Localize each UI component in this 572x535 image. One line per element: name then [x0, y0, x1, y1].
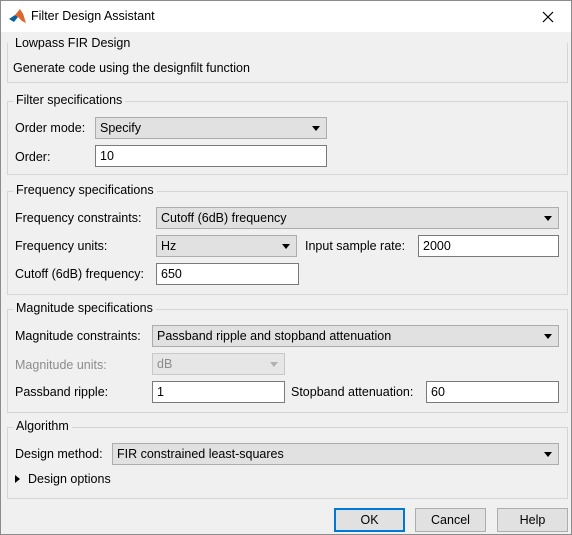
- magnitude-units-value: dB: [157, 357, 173, 371]
- design-method-dropdown[interactable]: FIR constrained least-squares: [112, 443, 559, 465]
- stopband-attenuation-label: Stopband attenuation:: [291, 385, 414, 399]
- frequency-units-label: Frequency units:: [15, 239, 108, 253]
- chevron-down-icon: [544, 334, 552, 339]
- chevron-down-icon: [544, 216, 552, 221]
- window-title: Filter Design Assistant: [31, 9, 155, 23]
- magnitude-constraints-value: Passband ripple and stopband attenuation: [157, 329, 392, 343]
- magnitude-specifications-title: Magnitude specifications: [13, 301, 156, 315]
- ok-button[interactable]: OK: [334, 508, 405, 532]
- order-mode-value: Specify: [100, 121, 141, 135]
- order-mode-label: Order mode:: [15, 121, 86, 135]
- passband-ripple-input[interactable]: 1: [152, 381, 285, 403]
- chevron-down-icon: [282, 244, 290, 249]
- frequency-specifications-title: Frequency specifications: [13, 183, 157, 197]
- design-method-value: FIR constrained least-squares: [117, 447, 284, 461]
- frequency-constraints-label: Frequency constraints:: [15, 211, 142, 225]
- chevron-down-icon: [312, 126, 320, 131]
- filter-design-dialog: Filter Design Assistant Lowpass FIR Desi…: [0, 0, 572, 535]
- cancel-button[interactable]: Cancel: [415, 508, 486, 532]
- frequency-units-value: Hz: [161, 239, 177, 253]
- algorithm-title: Algorithm: [13, 419, 72, 433]
- magnitude-constraints-label: Magnitude constraints:: [15, 329, 141, 343]
- chevron-down-icon: [270, 362, 278, 367]
- magnitude-constraints-dropdown[interactable]: Passband ripple and stopband attenuation: [152, 325, 559, 347]
- close-icon: [542, 11, 554, 22]
- matlab-logo-icon: [9, 9, 26, 23]
- title-bar: Filter Design Assistant: [1, 1, 571, 32]
- magnitude-units-label: Magnitude units:: [15, 358, 107, 372]
- cutoff-frequency-input[interactable]: 650: [156, 263, 299, 285]
- order-mode-dropdown[interactable]: Specify: [95, 117, 327, 139]
- input-sample-rate-label: Input sample rate:: [305, 239, 406, 253]
- frequency-units-dropdown[interactable]: Hz: [156, 235, 297, 257]
- triangle-right-icon: [15, 475, 20, 483]
- cutoff-frequency-label: Cutoff (6dB) frequency:: [15, 267, 145, 281]
- design-options-expander[interactable]: Design options: [15, 472, 111, 486]
- order-input[interactable]: 10: [95, 145, 327, 167]
- passband-ripple-label: Passband ripple:: [15, 385, 109, 399]
- input-sample-rate-input[interactable]: 2000: [418, 235, 559, 257]
- chevron-down-icon: [544, 452, 552, 457]
- design-description: Generate code using the designfilt funct…: [13, 61, 250, 75]
- close-button[interactable]: [525, 1, 571, 32]
- frequency-constraints-dropdown[interactable]: Cutoff (6dB) frequency: [156, 207, 559, 229]
- help-button[interactable]: Help: [497, 508, 568, 532]
- design-type-title: Lowpass FIR Design: [15, 36, 131, 50]
- filter-specifications-title: Filter specifications: [13, 93, 126, 107]
- order-label: Order:: [15, 150, 51, 164]
- magnitude-units-dropdown: dB: [152, 353, 285, 375]
- design-options-label: Design options: [28, 472, 111, 486]
- design-method-label: Design method:: [15, 447, 103, 461]
- frequency-constraints-value: Cutoff (6dB) frequency: [161, 211, 287, 225]
- stopband-attenuation-input[interactable]: 60: [426, 381, 559, 403]
